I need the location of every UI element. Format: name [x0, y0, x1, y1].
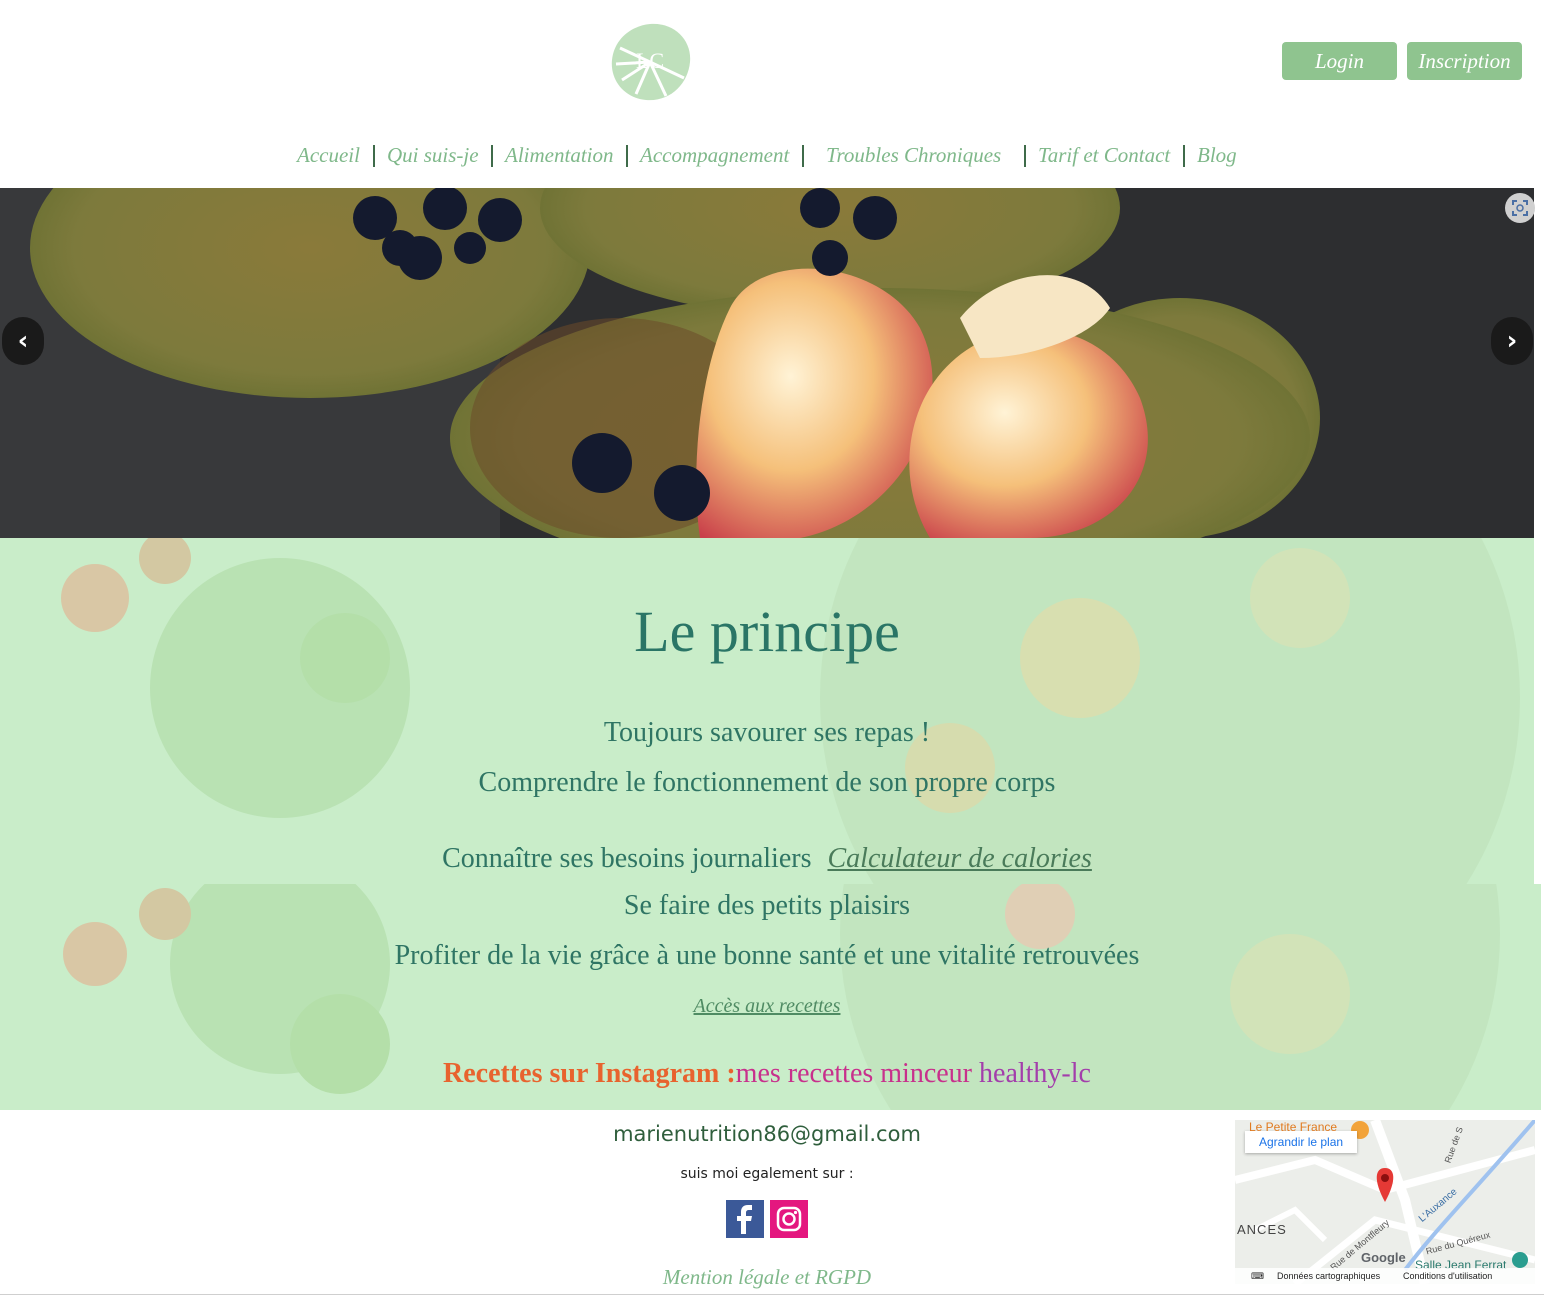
site-logo[interactable]: LC: [606, 18, 694, 106]
google-logo: Google: [1361, 1250, 1406, 1265]
nav-separator: [626, 145, 628, 167]
nav-separator: [1024, 145, 1026, 167]
principle-line-2: Comprendre le fonctionnement de son prop…: [478, 767, 1056, 798]
principle-title: Le principe: [634, 599, 900, 664]
login-button[interactable]: Login: [1282, 42, 1397, 80]
svg-text:LC: LC: [636, 48, 664, 73]
nav-separator: [373, 145, 375, 167]
map-terms-link[interactable]: Conditions d'utilisation: [1403, 1271, 1492, 1281]
nav-item-blog[interactable]: Blog: [1197, 143, 1237, 168]
hero-slider-image: [0, 188, 1534, 538]
principle-line-5: Profiter de la vie grâce à une bonne san…: [394, 940, 1140, 971]
nav-separator: [802, 145, 804, 167]
principle-line-3: Connaître ses besoins journaliers Calcula…: [0, 843, 1534, 875]
main-nav: Accueil Qui suis-je Alimentation Accompa…: [0, 143, 1544, 173]
map-place-label: ANCES: [1237, 1222, 1287, 1237]
map-data-label[interactable]: Données cartographiques: [1277, 1271, 1380, 1281]
nav-item-accompagnement[interactable]: Accompagnement: [640, 143, 789, 168]
slider-prev-button[interactable]: ‹: [2, 317, 44, 365]
nav-separator: [491, 145, 493, 167]
instagram-account-link[interactable]: mes recettes minceur: [736, 1058, 972, 1089]
location-map[interactable]: Agrandir le plan Le Petite France ANCES …: [1235, 1120, 1535, 1284]
bottom-divider: [0, 1294, 1544, 1295]
instagram-account-link-2[interactable]: healthy-lc: [979, 1058, 1091, 1089]
calorie-calculator-link[interactable]: Calculateur de calories: [827, 843, 1091, 874]
facebook-icon[interactable]: [726, 1200, 764, 1238]
map-enlarge-button[interactable]: Agrandir le plan: [1245, 1131, 1358, 1153]
nav-item-troubles-chroniques[interactable]: Troubles Chroniques: [826, 143, 1001, 168]
slider-next-button[interactable]: ›: [1491, 317, 1533, 365]
fullscreen-icon[interactable]: [1505, 193, 1535, 223]
principle-line-3-text: Connaître ses besoins journaliers: [442, 843, 812, 874]
nav-item-alimentation[interactable]: Alimentation: [505, 143, 614, 168]
recipes-link[interactable]: Accès aux recettes: [0, 995, 1534, 1018]
principle-background: [0, 538, 1534, 884]
principle-line-4: Se faire des petits plaisirs: [623, 890, 911, 921]
instagram-label: Recettes sur Instagram :: [443, 1058, 736, 1089]
nav-item-tarif-contact[interactable]: Tarif et Contact: [1038, 143, 1170, 168]
instagram-line: Recettes sur Instagram :mes recettes min…: [0, 1058, 1534, 1090]
keyboard-icon[interactable]: ⌨: [1251, 1271, 1264, 1282]
principle-line-1: Toujours savourer ses repas !: [603, 717, 931, 748]
nav-item-qui-suis-je[interactable]: Qui suis-je: [387, 143, 479, 168]
map-attribution: ⌨ Données cartographiques Conditions d'u…: [1235, 1268, 1535, 1284]
map-poi-label: Le Petite France: [1249, 1120, 1338, 1134]
nav-separator: [1183, 145, 1185, 167]
instagram-icon[interactable]: [770, 1200, 808, 1238]
nav-item-accueil[interactable]: Accueil: [297, 143, 360, 168]
signup-button[interactable]: Inscription: [1407, 42, 1522, 80]
